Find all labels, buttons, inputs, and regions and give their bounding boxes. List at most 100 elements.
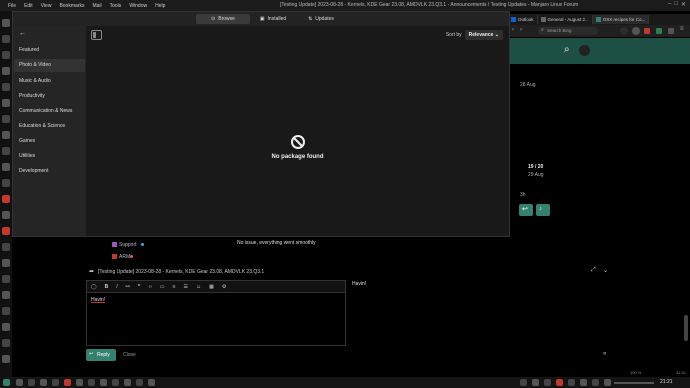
taskbar-app-icon[interactable]: [112, 379, 119, 386]
scrollbar[interactable]: [684, 315, 688, 341]
app-icon[interactable]: [2, 291, 10, 299]
taskbar-app-icon[interactable]: [16, 379, 23, 386]
tray-icon[interactable]: [532, 379, 539, 386]
sort-dropdown[interactable]: Relevance ⌄: [464, 30, 503, 40]
menu-bookmarks[interactable]: Bookmarks: [59, 3, 84, 9]
tray-icon[interactable]: [556, 379, 563, 386]
editor-text[interactable]: Havin!: [91, 297, 105, 303]
taskbar-app-icon[interactable]: [28, 379, 35, 386]
app-icon[interactable]: [2, 147, 10, 155]
collapse-icon[interactable]: «: [603, 351, 606, 357]
taskbar-app-icon[interactable]: [52, 379, 59, 386]
menu-file[interactable]: File: [8, 3, 16, 9]
browser-tab[interactable]: OSX recipes for Co...: [592, 15, 650, 24]
browser-tab[interactable]: General - August 2...: [538, 15, 593, 24]
back-icon[interactable]: ‹: [512, 27, 514, 33]
app-icon[interactable]: [2, 67, 10, 75]
taskbar-app-icon[interactable]: [148, 379, 155, 386]
timeline-date-start[interactable]: 28 Aug: [520, 82, 536, 88]
volume-slider[interactable]: [614, 382, 654, 384]
search-input[interactable]: Search Bing: [538, 27, 598, 35]
chevron-down-icon[interactable]: ⌄: [603, 267, 608, 274]
menu-icon[interactable]: ≡: [680, 26, 684, 32]
app-icon[interactable]: [2, 163, 10, 171]
menu-window[interactable]: Window: [129, 3, 147, 9]
italic-icon[interactable]: I: [116, 284, 117, 290]
chat-icon[interactable]: ◯: [91, 284, 97, 290]
app-icon[interactable]: [2, 259, 10, 267]
taskbar-app-icon[interactable]: [40, 379, 47, 386]
category-support[interactable]: Support: [119, 242, 137, 248]
taskbar-app-icon[interactable]: [88, 379, 95, 386]
close-icon[interactable]: ✕: [681, 1, 686, 8]
forward-icon[interactable]: ›: [520, 27, 522, 33]
app-icon[interactable]: [2, 339, 10, 347]
app-icon[interactable]: [2, 51, 10, 59]
emoji-icon[interactable]: ☺: [196, 284, 201, 290]
taskbar-app-icon[interactable]: [124, 379, 131, 386]
sidebar-toggle-icon[interactable]: [91, 30, 102, 40]
app-icon[interactable]: [2, 131, 10, 139]
app-icon[interactable]: [2, 355, 10, 363]
app-icon[interactable]: [2, 275, 10, 283]
avatar[interactable]: [632, 27, 640, 35]
taskbar-app-icon[interactable]: [136, 379, 143, 386]
menu-help[interactable]: Help: [155, 3, 165, 9]
sidebar-item-productivity[interactable]: Productivity: [19, 93, 45, 99]
quote-icon[interactable]: ❞: [138, 284, 141, 290]
sidebar-item-photo-video[interactable]: Photo & Video: [14, 59, 85, 72]
reply-topic-button[interactable]: ↩: [519, 204, 533, 216]
app-icon[interactable]: [2, 115, 10, 123]
app-icon[interactable]: [2, 211, 10, 219]
link-icon[interactable]: ⚯: [126, 284, 130, 290]
taskbar-app-icon[interactable]: [64, 379, 71, 386]
taskbar-app-icon[interactable]: [76, 379, 83, 386]
image-icon[interactable]: ▭: [160, 284, 165, 290]
app-icon[interactable]: [2, 323, 10, 331]
back-arrow-icon[interactable]: ←: [19, 30, 26, 37]
user-avatar[interactable]: [579, 45, 590, 56]
gear-icon[interactable]: ⚙: [222, 284, 226, 290]
close-button[interactable]: Close: [123, 352, 136, 358]
app-icon[interactable]: [2, 83, 10, 91]
app-icon[interactable]: [2, 243, 10, 251]
extension-icon[interactable]: [644, 28, 650, 34]
menu-view[interactable]: View: [41, 3, 52, 9]
tab-installed[interactable]: ▣ Installed: [251, 14, 295, 24]
zoom-level[interactable]: 100 %: [630, 370, 641, 375]
tray-icon[interactable]: [544, 379, 551, 386]
app-icon[interactable]: [2, 35, 10, 43]
tray-icon[interactable]: [568, 379, 575, 386]
sidebar-item-development[interactable]: Development: [19, 168, 48, 174]
timeline-date-end[interactable]: 29 Aug: [528, 172, 544, 178]
minimize-icon[interactable]: –: [668, 1, 671, 8]
start-menu-icon[interactable]: [3, 379, 10, 386]
extension-icon[interactable]: [656, 28, 662, 34]
app-icon[interactable]: [2, 195, 10, 203]
sidebar-item-games[interactable]: Games: [19, 138, 35, 144]
tray-icon[interactable]: [580, 379, 587, 386]
reply-button[interactable]: ↩ Reply: [86, 349, 116, 361]
bold-icon[interactable]: B: [105, 284, 109, 290]
numbered-list-icon[interactable]: ☰: [184, 284, 188, 290]
calendar-icon[interactable]: ▦: [209, 284, 214, 290]
app-icon[interactable]: [2, 307, 10, 315]
bullet-list-icon[interactable]: ≡: [173, 284, 176, 290]
reply-topic-title[interactable]: [Testing Update] 2023-08-28 - Kernels, K…: [98, 269, 264, 275]
expand-icon[interactable]: ⤢: [591, 267, 596, 274]
menu-tools[interactable]: Tools: [110, 3, 122, 9]
sidebar-item-education-science[interactable]: Education & Science: [19, 123, 65, 129]
sidebar-item-utilities[interactable]: Utilities: [19, 153, 35, 159]
app-icon[interactable]: [2, 179, 10, 187]
tab-updates[interactable]: ⇅ Updates: [299, 14, 343, 24]
sidebar-item-communication-news[interactable]: Communication & News: [19, 108, 72, 114]
extension-icon[interactable]: [668, 28, 674, 34]
category-arm[interactable]: ARM: [119, 254, 130, 260]
tray-icon[interactable]: [520, 379, 527, 386]
app-icon[interactable]: [2, 99, 10, 107]
browser-tab[interactable]: Outlook: [508, 15, 538, 24]
sidebar-item-music-audio[interactable]: Music & Audio: [19, 78, 51, 84]
code-icon[interactable]: ‹›: [149, 284, 152, 290]
menu-edit[interactable]: Edit: [24, 3, 33, 9]
app-icon[interactable]: [2, 19, 10, 27]
